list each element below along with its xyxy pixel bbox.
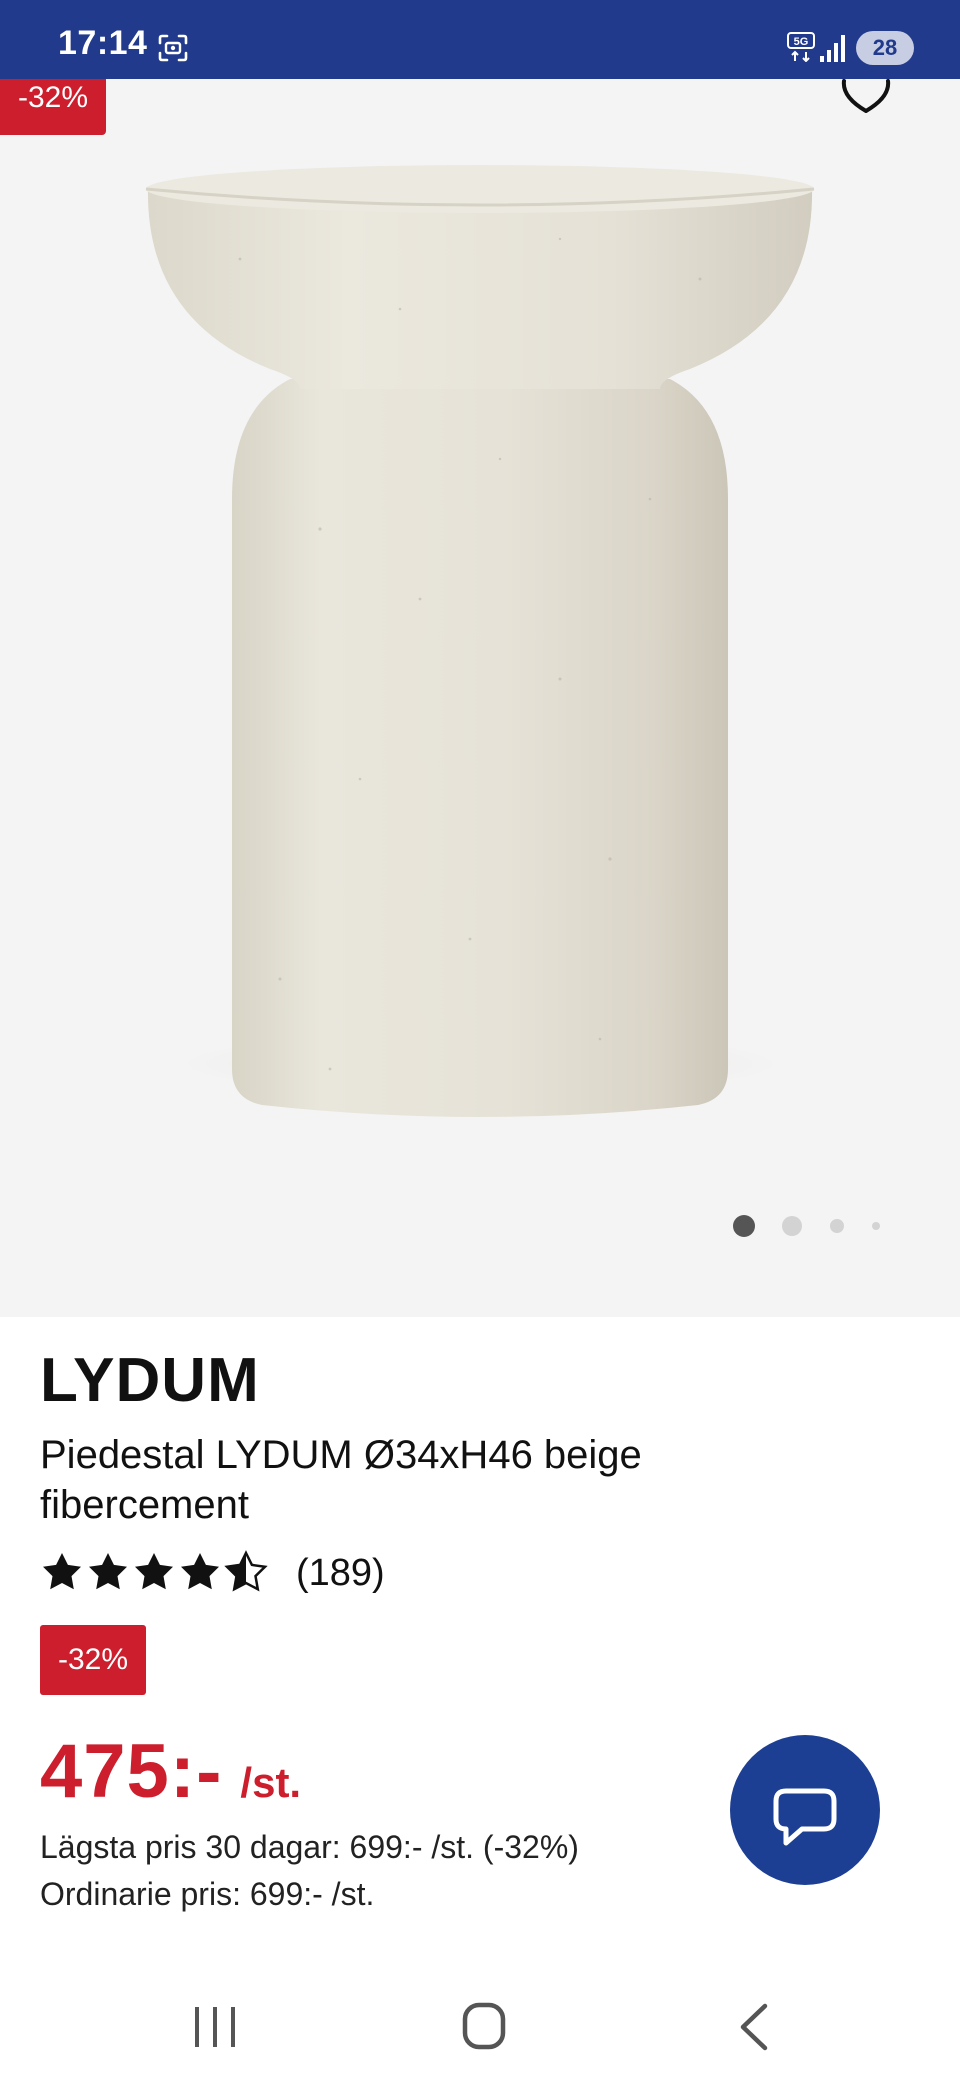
battery-icon: 28 — [856, 31, 914, 65]
review-count: (189) — [296, 1551, 385, 1594]
screenshot-icon — [158, 34, 188, 62]
product-page: 17:14 5G 28 -32% LYDUM Piedestal LYDUM Ø… — [0, 0, 960, 2080]
status-time: 17:14 — [58, 24, 148, 62]
status-bar: 17:14 5G 28 — [0, 0, 960, 79]
star-icon — [89, 1553, 127, 1590]
heart-outline-icon[interactable] — [840, 79, 892, 115]
star-icon — [181, 1553, 219, 1590]
rating-stars — [43, 1551, 267, 1591]
product-image-gallery[interactable]: -32% — [0, 79, 960, 1317]
star-icon — [43, 1553, 81, 1590]
gallery-dot-4[interactable] — [872, 1222, 880, 1230]
signal-icon — [820, 35, 845, 62]
price: 475:- /st. — [40, 1728, 301, 1815]
gallery-dot-1[interactable] — [733, 1215, 755, 1237]
system-navigation-bar — [0, 1972, 960, 2080]
discount-badge-overlay: -32% — [0, 79, 106, 135]
product-title: Piedestal LYDUM Ø34xH46 beige fibercemen… — [40, 1433, 642, 1527]
back-icon[interactable] — [693, 1972, 813, 2080]
lowest-price-30-days: Lägsta pris 30 dagar: 699:- /st. (-32%) — [40, 1829, 579, 1865]
product-rating[interactable]: (189) — [40, 1548, 385, 1598]
5g-network-icon: 5G — [787, 32, 815, 62]
chat-button[interactable] — [730, 1735, 880, 1885]
price-unit: /st. — [240, 1759, 302, 1806]
product-image — [145, 165, 815, 1117]
price-amount: 475:- — [40, 1729, 223, 1814]
recents-icon[interactable] — [155, 1972, 275, 2080]
regular-price: Ordinarie pris: 699:- /st. — [40, 1876, 375, 1912]
gallery-dot-2[interactable] — [782, 1216, 802, 1236]
discount-badge: -32% — [40, 1625, 146, 1695]
product-brand: LYDUM — [40, 1346, 260, 1415]
gallery-pagination — [733, 1215, 880, 1237]
gallery-dot-3[interactable] — [830, 1219, 844, 1233]
half-star-icon — [225, 1551, 267, 1591]
chat-bubble-icon — [773, 1788, 837, 1846]
svg-text:5G: 5G — [794, 36, 809, 48]
star-icon — [135, 1553, 173, 1590]
home-icon[interactable] — [423, 1972, 543, 2080]
